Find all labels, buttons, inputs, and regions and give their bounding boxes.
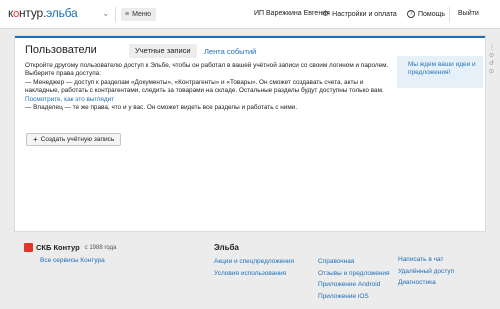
- settings-label: Настройки и оплата: [332, 10, 397, 18]
- menu-label: Меню: [132, 11, 152, 18]
- refresh-icon[interactable]: ↺: [489, 60, 499, 68]
- remote-access-link[interactable]: Удалённый доступ: [398, 266, 454, 278]
- logo-text-rest: нтур: [18, 6, 43, 20]
- question-circle-icon: ?: [407, 10, 415, 18]
- top-bar: контур.эльба ⌄ ≡ Меню ИП Варежкина Евген…: [0, 0, 500, 29]
- reference-link[interactable]: Справочная: [318, 256, 390, 268]
- feedback-link[interactable]: Отзывы и предложения: [318, 268, 390, 280]
- divider: [115, 7, 116, 22]
- footer: СКБ Контур с 1988 года Все сервисы Конту…: [0, 234, 500, 309]
- logo-product: эльба: [46, 6, 78, 20]
- gear-icon: ⚙: [322, 9, 330, 18]
- circle-icon[interactable]: ⊙: [489, 68, 499, 76]
- manager-description: — Менеджер — доступ к разделам «Документ…: [25, 78, 384, 95]
- menu-button[interactable]: ≡ Меню: [121, 8, 157, 21]
- all-kontur-services-link[interactable]: Все сервисы Контура: [40, 257, 105, 264]
- footer-column-help: Справочная Отзывы и предложения Приложен…: [318, 256, 390, 302]
- circle-icon[interactable]: ⊙: [489, 52, 499, 60]
- more-icon[interactable]: ⋮: [489, 44, 499, 52]
- hamburger-icon: ≡: [125, 11, 130, 18]
- company-name: СКБ Контур: [36, 243, 80, 252]
- ios-app-link[interactable]: Приложение iOS: [318, 291, 390, 303]
- chevron-down-icon[interactable]: ⌄: [102, 8, 110, 19]
- choose-rights-text: Выберите права доступа:: [25, 70, 101, 78]
- logout-link[interactable]: Выйти: [458, 10, 479, 17]
- divider: [449, 7, 450, 22]
- page-title: Пользователи: [25, 44, 97, 56]
- tab-accounts[interactable]: Учетные записи: [129, 44, 197, 58]
- create-account-label: Создать учётную запись: [40, 136, 115, 143]
- promotions-link[interactable]: Акции и спецпредложения: [214, 256, 294, 268]
- terms-of-use-link[interactable]: Условия использования: [214, 268, 294, 280]
- user-name-link[interactable]: ИП Варежкина Евгения: [254, 10, 330, 17]
- feedback-promo[interactable]: Мы ждем ваши идеи и предложения!: [397, 56, 483, 88]
- see-how-it-looks-link[interactable]: Посмотрите, как это выглядит: [25, 96, 114, 103]
- tab-event-feed[interactable]: Лента событий: [204, 47, 256, 56]
- company-since: с 1988 года: [84, 244, 117, 251]
- diagnostics-link[interactable]: Диагностика: [398, 277, 454, 289]
- footer-product-title: Эльба: [214, 243, 239, 252]
- side-toolbar: ⋮ ⊙ ↺ ⊙: [489, 44, 499, 76]
- android-app-link[interactable]: Приложение Android: [318, 279, 390, 291]
- settings-link[interactable]: ⚙ Настройки и оплата: [322, 10, 397, 18]
- plus-icon: +: [33, 134, 38, 144]
- access-description: Откройте другому пользователю доступ к Э…: [25, 62, 390, 112]
- manager-role-text: — Менеджер — доступ к разделам «Документ…: [25, 79, 390, 104]
- help-label: Помощь: [418, 10, 446, 18]
- skb-kontur-logo[interactable]: СКБ Контур с 1988 года: [24, 243, 116, 252]
- chat-link[interactable]: Написать в чат: [398, 254, 454, 266]
- help-link[interactable]: ? Помощь: [407, 10, 445, 18]
- create-account-button[interactable]: + Создать учётную запись: [26, 133, 122, 146]
- footer-column-support: Написать в чат Удалённый доступ Диагност…: [398, 254, 454, 289]
- kontur-elba-logo[interactable]: контур.эльба: [8, 6, 78, 20]
- footer-column-promos: Акции и спецпредложения Условия использо…: [214, 256, 294, 279]
- kontur-logo-icon: [24, 243, 33, 252]
- owner-role-text: — Владелец — те же права, что и у вас. О…: [25, 104, 298, 112]
